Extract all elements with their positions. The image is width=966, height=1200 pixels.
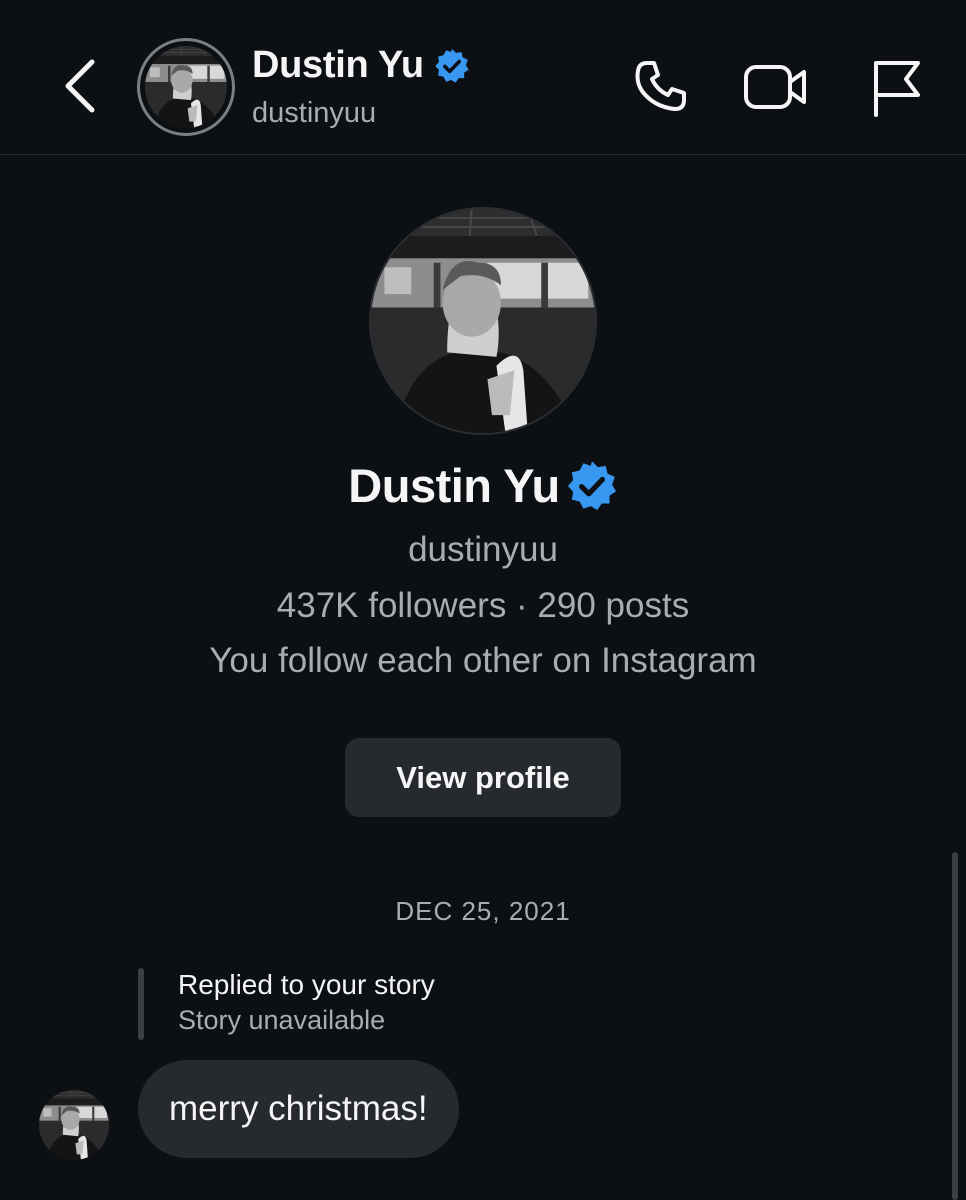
scrollbar[interactable] xyxy=(952,852,958,1200)
report-button[interactable] xyxy=(864,55,928,119)
date-separator: DEC 25, 2021 xyxy=(395,896,571,926)
back-icon xyxy=(60,58,100,114)
mutual-follow-text: You follow each other on Instagram xyxy=(209,641,757,680)
flag-icon xyxy=(868,57,924,117)
verified-badge-icon xyxy=(566,460,618,512)
message-avatar[interactable] xyxy=(39,1090,109,1160)
video-icon xyxy=(743,60,809,114)
chat-header: Dustin Yu dustinyuu xyxy=(0,0,966,155)
header-username: dustinyuu xyxy=(252,97,377,129)
header-display-name[interactable]: Dustin Yu xyxy=(252,44,470,87)
video-call-button[interactable] xyxy=(744,55,808,119)
message-bubble[interactable]: merry christmas! xyxy=(138,1060,459,1158)
profile-stats: 437K followers · 290 posts xyxy=(276,586,690,625)
reply-subtitle: Story unavailable xyxy=(178,1005,386,1035)
profile-display-name: Dustin Yu xyxy=(0,458,966,513)
view-profile-button[interactable]: View profile xyxy=(345,738,621,817)
reply-indicator-bar xyxy=(138,968,144,1040)
profile-name-text: Dustin Yu xyxy=(348,459,560,512)
phone-icon xyxy=(630,57,690,117)
header-avatar[interactable] xyxy=(137,38,235,136)
back-button[interactable] xyxy=(52,56,108,116)
call-button[interactable] xyxy=(628,55,692,119)
header-name-text: Dustin Yu xyxy=(252,44,424,86)
reply-title: Replied to your story xyxy=(178,969,435,1000)
verified-badge-icon xyxy=(434,48,470,84)
profile-username: dustinyuu xyxy=(408,530,558,569)
profile-avatar[interactable] xyxy=(369,207,597,435)
